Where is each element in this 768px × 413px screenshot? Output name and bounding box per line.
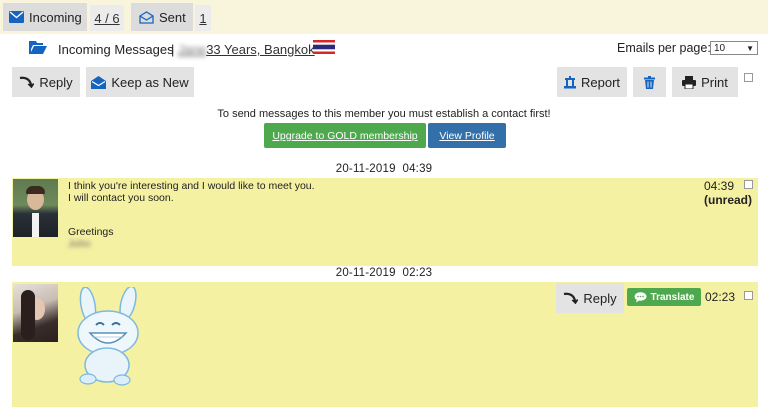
message-signature: John — [68, 238, 91, 250]
member-profile-link[interactable]: Jane 33 Years, Bangkok — [178, 42, 315, 57]
tab-sent[interactable]: Sent — [131, 3, 193, 31]
message-time: 02:23 — [705, 290, 736, 304]
tab-sent-label: Sent — [159, 9, 186, 25]
emails-per-page-value: 10 — [714, 42, 726, 54]
message-reply-button[interactable]: Reply — [556, 283, 624, 313]
message-body: I think you're interesting and I would l… — [68, 180, 315, 250]
incoming-messages-title: Incoming Messages — [58, 42, 174, 57]
contact-notice: To send messages to this member you must… — [217, 108, 551, 120]
message-reply-label: Reply — [583, 290, 617, 306]
thailand-flag-icon — [313, 40, 335, 54]
blurred-member-name: Jane — [178, 42, 207, 57]
reply-button-label: Reply — [39, 74, 73, 90]
print-button[interactable]: Print — [672, 67, 738, 97]
avatar-hair — [21, 290, 35, 340]
upgrade-gold-button[interactable]: Upgrade to GOLD membership — [264, 123, 426, 148]
message-greeting: Greetings — [68, 226, 114, 238]
unread-status: (unread) — [704, 193, 752, 207]
tab-incoming[interactable]: Incoming — [3, 3, 87, 31]
print-button-label: Print — [701, 74, 728, 90]
tab-incoming-label: Incoming — [29, 9, 82, 25]
view-profile-label: View Profile — [439, 129, 495, 142]
sender-avatar-female[interactable] — [13, 284, 58, 342]
envelope-icon — [9, 11, 24, 23]
printer-icon — [682, 75, 697, 89]
sent-count-link[interactable]: 1 — [195, 5, 211, 31]
open-envelope-icon — [139, 10, 154, 24]
avatar-hair — [26, 186, 45, 194]
translate-label: Translate — [650, 291, 695, 303]
title-separator: | — [171, 42, 175, 57]
view-profile-button[interactable]: View Profile — [428, 123, 506, 148]
translate-button[interactable]: Translate — [627, 288, 701, 306]
report-button-label: Report — [580, 74, 621, 90]
message-line: I think you're interesting and I would l… — [68, 180, 315, 192]
member-info: 33 Years, Bangkok — [206, 42, 315, 57]
emails-per-page-select[interactable]: 10 ▼ — [710, 41, 758, 55]
message-time: 04:39 — [704, 179, 735, 193]
delete-button[interactable] — [633, 67, 666, 97]
reply-arrow-icon — [564, 292, 579, 304]
speech-bubble-icon — [634, 291, 647, 302]
message-line: I will contact you soon. — [68, 192, 174, 204]
envelope-open-icon — [91, 75, 107, 89]
incoming-count-link[interactable]: 4 / 6 — [90, 5, 124, 31]
keep-as-new-button[interactable]: Keep as New — [86, 67, 194, 97]
bunny-sticker-icon — [77, 287, 139, 386]
sender-avatar-male[interactable] — [13, 179, 58, 237]
dropdown-arrow-icon: ▼ — [746, 43, 754, 53]
message-checkbox[interactable] — [744, 180, 753, 189]
reply-button[interactable]: Reply — [12, 67, 80, 97]
message-date: 20-11-2019 02:23 — [335, 267, 433, 279]
trash-icon — [644, 75, 655, 89]
folder-open-icon — [29, 41, 47, 54]
reply-arrow-icon — [20, 76, 35, 88]
upgrade-gold-label: Upgrade to GOLD membership — [272, 129, 418, 142]
report-button[interactable]: Report — [557, 67, 627, 97]
select-all-checkbox[interactable] — [744, 73, 753, 82]
emails-per-page-label: Emails per page: — [617, 41, 711, 55]
avatar-shirt — [32, 213, 39, 237]
gavel-icon — [563, 75, 576, 88]
message-checkbox[interactable] — [744, 291, 753, 300]
keep-as-new-label: Keep as New — [111, 74, 189, 90]
message-date: 20-11-2019 04:39 — [335, 163, 433, 175]
